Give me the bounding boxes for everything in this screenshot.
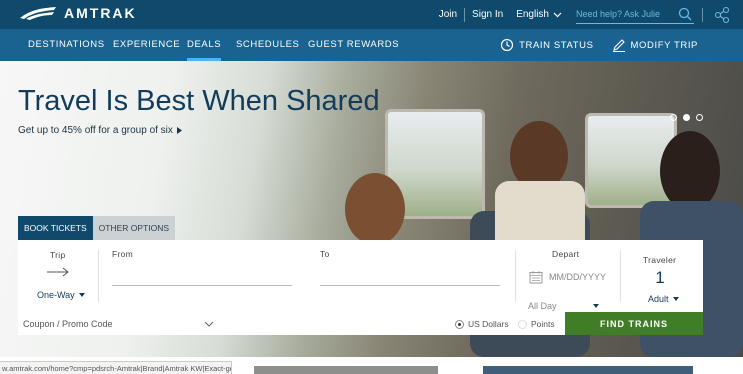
nav-schedules[interactable]: SCHEDULES (236, 29, 299, 61)
language-label: English (516, 9, 549, 20)
modify-trip-label: MODIFY TRIP (630, 39, 698, 51)
sign-in-link[interactable]: Sign In (465, 9, 510, 20)
carousel-dot[interactable] (670, 114, 677, 121)
booking-tabs: BOOK TICKETS OTHER OPTIONS (18, 216, 176, 240)
search-icon[interactable] (678, 7, 692, 21)
radio-selected-icon (455, 319, 464, 329)
arrow-right-icon (47, 267, 69, 277)
from-input[interactable] (112, 285, 292, 286)
search-input[interactable] (576, 9, 672, 19)
passenger-image (345, 173, 405, 245)
depart-label: Depart (552, 249, 580, 259)
depart-date-input[interactable]: MM/DD/YYYY (529, 264, 616, 290)
caret-down-icon (78, 293, 85, 297)
passenger-image (660, 131, 720, 211)
divider (515, 250, 516, 302)
depart-time-dropdown[interactable]: All Day (528, 301, 599, 311)
find-trains-button[interactable]: FIND TRAINS (565, 312, 703, 335)
brand-name: AMTRAK (64, 5, 137, 21)
train-status-link[interactable]: TRAIN STATUS (500, 38, 593, 52)
nav-guest-rewards[interactable]: GUEST REWARDS (308, 29, 399, 61)
currency-points-radio[interactable]: Points (518, 319, 555, 329)
train-status-label: TRAIN STATUS (519, 39, 594, 51)
to-input[interactable] (320, 285, 500, 286)
tab-book-tickets[interactable]: BOOK TICKETS (18, 216, 93, 240)
hero-offer-link[interactable]: Get up to 45% off for a group of six (18, 125, 182, 136)
caret-down-icon (672, 297, 679, 301)
chevron-down-icon (553, 12, 562, 17)
trip-type-value: One-Way (37, 290, 75, 300)
currency-us-dollars-radio[interactable]: US Dollars (455, 319, 509, 329)
nav-deals[interactable]: DEALS (187, 29, 222, 61)
booking-form: Trip One-Way From To Depart MM/DD/YYYY A… (18, 240, 703, 335)
to-label: To (320, 249, 330, 259)
amtrak-logo[interactable]: AMTRAK (18, 5, 137, 21)
traveler-type-dropdown[interactable]: Adult (648, 294, 679, 304)
language-selector[interactable]: English (510, 9, 570, 20)
top-utility-nav: Join Sign In English (432, 0, 743, 29)
caret-right-icon (176, 127, 182, 134)
carousel-dot-active[interactable] (683, 114, 690, 121)
content-thumbnail[interactable] (254, 366, 438, 374)
modify-trip-link[interactable]: MODIFY TRIP (612, 38, 698, 52)
share-icon[interactable] (713, 6, 731, 24)
chevron-down-icon[interactable] (204, 320, 214, 328)
content-thumbnail[interactable] (483, 366, 693, 374)
traveler-type-value: Adult (648, 294, 669, 304)
traveler-count[interactable]: 1 (645, 268, 675, 288)
carousel-dot[interactable] (696, 114, 703, 121)
radio-icon (518, 319, 527, 329)
nav-utilities: TRAIN STATUS MODIFY TRIP (500, 29, 698, 61)
main-nav: DESTINATIONS EXPERIENCE DEALS SCHEDULES … (0, 29, 743, 61)
top-bar: AMTRAK Join Sign In English (0, 0, 743, 29)
currency-us-label: US Dollars (468, 319, 509, 329)
nav-destinations[interactable]: DESTINATIONS (28, 29, 105, 61)
nav-experience[interactable]: EXPERIENCE (113, 29, 180, 61)
hero-headline: Travel Is Best When Shared (18, 85, 380, 117)
date-placeholder: MM/DD/YYYY (549, 272, 607, 282)
divider (98, 250, 99, 302)
divider (702, 7, 703, 22)
tab-other-options[interactable]: OTHER OPTIONS (92, 216, 176, 240)
coupon-field[interactable]: Coupon / Promo Code (23, 319, 113, 329)
trip-type-dropdown[interactable]: One-Way (37, 290, 85, 300)
traveler-label: Traveler (643, 255, 677, 265)
clock-icon (501, 38, 514, 52)
currency-points-label: Points (531, 319, 555, 329)
amtrak-wave-logo-icon (20, 7, 56, 20)
trip-label: Trip (50, 250, 66, 260)
calendar-icon (529, 271, 543, 284)
pencil-icon (612, 39, 625, 52)
from-label: From (112, 249, 134, 259)
carousel-dots (670, 114, 703, 121)
divider (620, 250, 621, 302)
caret-down-icon (592, 304, 599, 308)
help-search (576, 6, 694, 24)
depart-time-value: All Day (528, 301, 557, 311)
status-bar-url: w.amtrak.com/home?cmp=pdsrch-Amtrak|Bran… (0, 361, 232, 374)
join-link[interactable]: Join (432, 9, 464, 20)
hero-subline: Get up to 45% off for a group of six (18, 125, 173, 136)
